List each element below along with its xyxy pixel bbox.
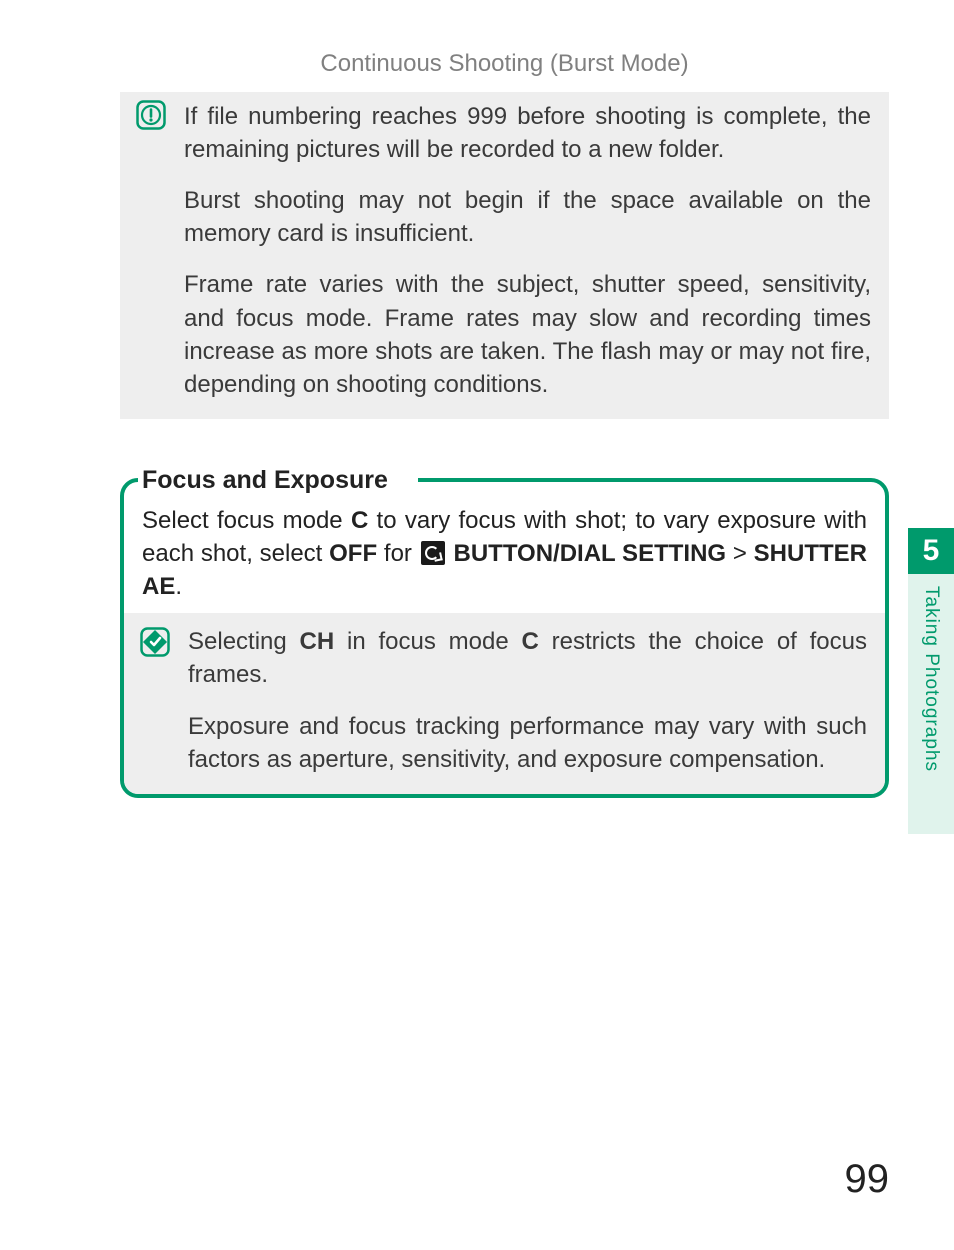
text: Select focus mode [142,507,351,534]
text: > [726,540,754,567]
caution-paragraph: Frame rate varies with the subject, shut… [184,268,871,400]
caution-paragraph: Burst shooting may not begin if the spac… [184,184,871,250]
text: in focus mode [334,628,521,655]
caution-icon [136,100,166,130]
side-tab: 5 Taking Photographs [908,528,954,834]
wrench-icon [421,541,445,565]
focus-exposure-legend: Focus and Exposure [138,466,418,495]
chapter-label-tab: Taking Photographs [908,574,954,834]
text: . [175,573,182,600]
bold-c: C [351,507,368,534]
text: for [377,540,419,567]
note-paragraph: Selecting CH in focus mode C restricts t… [188,625,867,691]
bold-c: C [522,628,539,655]
caution-paragraph: If file numbering reaches 999 before sho… [184,100,871,166]
text: Selecting [188,628,300,655]
manual-page: Continuous Shooting (Burst Mode) If file… [0,0,954,1250]
caution-block: If file numbering reaches 999 before sho… [120,92,889,419]
note-block: Selecting CH in focus mode C restricts t… [124,613,885,793]
note-paragraph: Exposure and focus tracking performance … [188,710,867,776]
note-icon [140,627,170,657]
page-number: 99 [845,1157,890,1202]
chapter-number-tab: 5 [908,528,954,574]
page-header-title: Continuous Shooting (Burst Mode) [120,50,889,78]
focus-exposure-intro: Select focus mode C to vary focus with s… [142,504,867,603]
focus-exposure-box: Focus and Exposure Select focus mode C t… [120,478,889,798]
bold-ch: CH [300,628,335,655]
bold-off: OFF [329,540,377,567]
bold-menu: BUTTON/DIAL SETTING [454,540,727,567]
